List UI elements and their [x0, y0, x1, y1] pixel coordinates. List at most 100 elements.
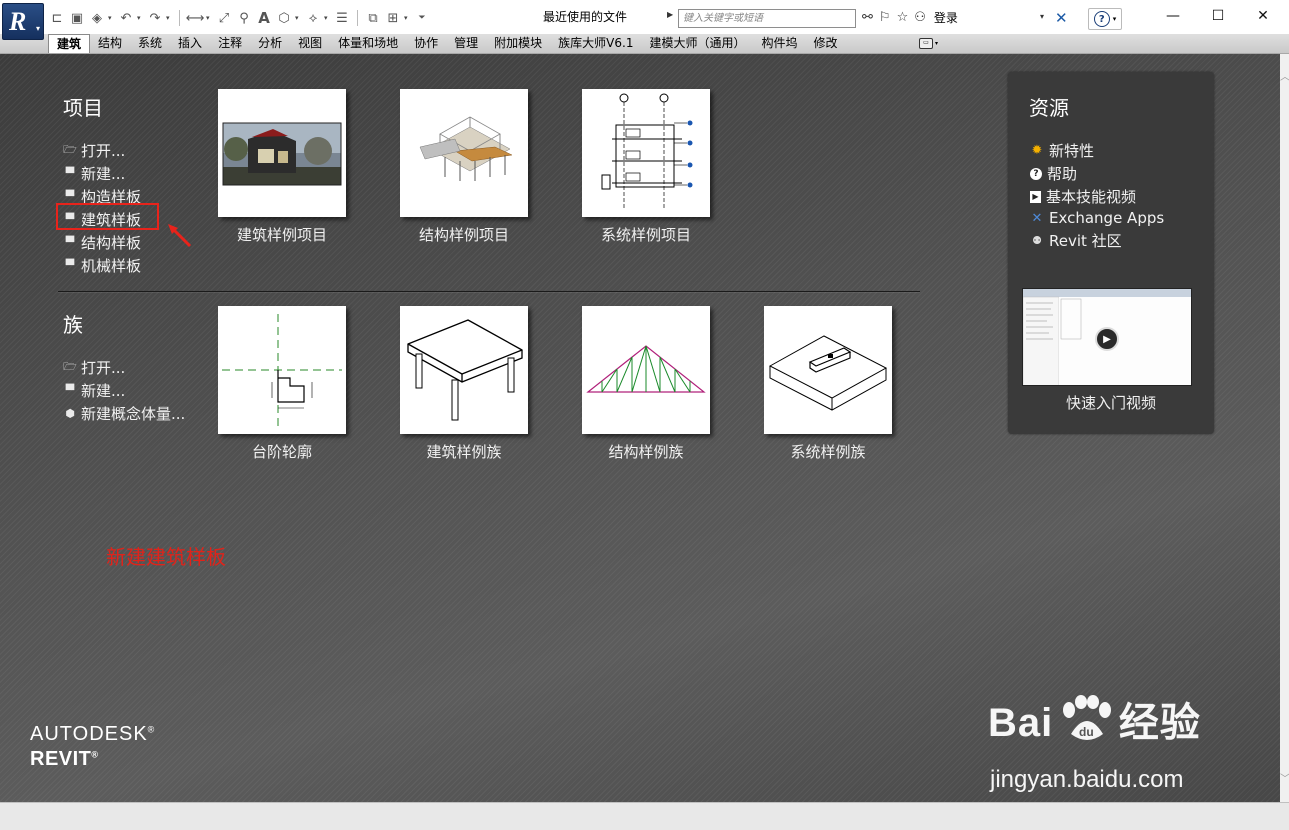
getting-started-video-thumbnail[interactable]: ▶ [1022, 288, 1192, 386]
ribbon-tab[interactable]: 族库大师V6.1 [550, 34, 641, 53]
ribbon-tab[interactable]: 管理 [446, 34, 486, 53]
link-label: Exchange Apps [1049, 209, 1165, 227]
structural-template-link[interactable]: ▀ 结构样板 [63, 232, 141, 253]
link-label: 结构样板 [81, 234, 142, 252]
exchange-icon: ✕ [1031, 210, 1043, 226]
chevron-down-icon[interactable]: ▾ [324, 14, 331, 22]
chevron-down-icon[interactable]: ▾ [166, 14, 173, 22]
save-icon[interactable]: ▣ [68, 9, 86, 27]
redo-icon[interactable]: ↷ [146, 9, 164, 27]
user-icon[interactable]: ⚇ [914, 10, 926, 25]
scroll-up-icon[interactable]: ︿ [1280, 68, 1289, 83]
measure-icon[interactable]: ⟷ [186, 9, 205, 27]
revit-community-link[interactable]: ⚉ Revit 社区 [1030, 230, 1122, 251]
chevron-down-icon[interactable]: ▾ [404, 14, 411, 22]
favorites-star-icon[interactable]: ☆ [897, 10, 909, 25]
essential-skills-video-link[interactable]: ▶ 基本技能视频 [1030, 186, 1136, 207]
ribbon-tab[interactable]: 构件坞 [753, 34, 805, 53]
close-hidden-icon[interactable]: ⧉ [364, 9, 382, 27]
exchange-apps-link[interactable]: ✕ Exchange Apps [1030, 209, 1165, 227]
search-expand-icon[interactable]: ▶ [667, 10, 677, 28]
ribbon-tab[interactable]: 修改 [806, 34, 846, 53]
exchange-apps-icon[interactable]: ✕ [1055, 9, 1068, 27]
text-icon[interactable]: A [255, 9, 273, 27]
new-file-icon: ▀ [65, 167, 75, 180]
stair-profile-icon [222, 314, 342, 426]
ribbon-tab[interactable]: 建筑 [48, 34, 91, 53]
3d-view-icon[interactable]: ⬡ [275, 9, 293, 27]
ribbon-tab[interactable]: 附加模块 [486, 34, 550, 53]
thumbnail-caption: 系统样例项目 [600, 226, 691, 244]
whats-new-link[interactable]: ✹ 新特性 [1030, 140, 1094, 161]
systems-sample-project-thumbnail[interactable] [582, 89, 710, 217]
thumbnail-caption: 结构样例项目 [418, 226, 509, 244]
resources-title: 资源 [1029, 96, 1069, 120]
annotation-arrow-icon [168, 224, 192, 248]
sun-icon: ✹ [1031, 143, 1043, 158]
thin-lines-icon[interactable]: ☰ [333, 9, 351, 27]
chevron-down-icon: ▾ [35, 24, 40, 33]
ribbon-tab[interactable]: 协作 [406, 34, 446, 53]
maximize-button[interactable]: ☐ [1195, 4, 1241, 28]
resources-panel: 资源 ✹ 新特性 ? 帮助 ▶ 基本技能视频 ✕ Exchange Apps ⚉… [1008, 72, 1214, 434]
family-open-link[interactable]: 🗁 打开... [63, 357, 125, 378]
subscription-icon[interactable]: ⚐ [879, 10, 891, 25]
close-button[interactable]: ✕ [1240, 4, 1286, 28]
watermark-url: jingyan.baidu.com [990, 766, 1184, 793]
switch-windows-icon[interactable]: ⊞ [384, 9, 402, 27]
watermark-brand-suffix: 经验 [1118, 701, 1201, 745]
new-conceptual-mass-link[interactable]: ⬢ 新建概念体量... [63, 403, 185, 424]
systems-family-thumbnail[interactable] [764, 306, 892, 434]
revit-logo-icon: R [9, 7, 27, 36]
tag-icon[interactable]: ⚲ [235, 9, 253, 27]
vertical-scrollbar[interactable]: ︿ ﹀ [1280, 54, 1289, 802]
info-center: ⚯ ⚐ ☆ ⚇ 登录 [862, 9, 958, 26]
ribbon-tab[interactable]: 分析 [250, 34, 290, 53]
chevron-down-icon[interactable]: ▾ [295, 14, 302, 22]
help-link[interactable]: ? 帮助 [1030, 163, 1077, 184]
chevron-down-icon: ▾ [935, 40, 939, 47]
project-open-link[interactable]: 🗁 打开... [63, 140, 125, 161]
ribbon-tab[interactable]: 体量和场地 [330, 34, 406, 53]
chevron-down-icon[interactable]: ▾ [1040, 12, 1044, 21]
family-new-link[interactable]: ▀ 新建... [63, 380, 126, 401]
ribbon-tab[interactable]: 结构 [90, 34, 130, 53]
dimension-icon[interactable]: ⤢ [215, 9, 233, 27]
open-icon[interactable]: ⊏ [48, 9, 66, 27]
ribbon-minimize-button[interactable]: ▭ ▾ [919, 37, 941, 50]
play-icon[interactable]: ▶ [1095, 327, 1119, 351]
binoculars-icon[interactable]: ⚯ [862, 10, 873, 25]
annotation-note: 新建建筑样板 [106, 545, 226, 569]
architectural-family-thumbnail[interactable] [400, 306, 528, 434]
stair-profile-thumbnail[interactable] [218, 306, 346, 434]
help-question-icon: ? [1093, 11, 1110, 27]
close-icon: ✕ [1257, 8, 1269, 24]
toolbar-separator [357, 10, 358, 26]
structural-sample-project-thumbnail[interactable] [400, 89, 528, 217]
sync-icon[interactable]: ◈ [88, 9, 106, 27]
architectural-sample-project-thumbnail[interactable] [218, 89, 346, 217]
mechanical-template-link[interactable]: ▀ 机械样板 [63, 255, 141, 276]
mep-section-icon [601, 93, 693, 209]
chevron-down-icon[interactable]: ▾ [108, 14, 115, 22]
search-input[interactable]: 键入关键字或短语 [678, 9, 856, 28]
structural-family-thumbnail[interactable] [582, 306, 710, 434]
thumbnail-caption: 建筑样例族 [426, 443, 502, 461]
ribbon-tab[interactable]: 建模大师（通用） [641, 34, 753, 53]
ribbon-tab[interactable]: 插入 [170, 34, 210, 53]
help-button[interactable]: ? ▾ [1088, 8, 1122, 30]
chevron-down-icon[interactable]: ▾ [206, 14, 213, 22]
login-button[interactable]: 登录 [934, 9, 958, 26]
scroll-down-icon[interactable]: ﹀ [1280, 770, 1289, 785]
application-menu-button[interactable]: R ▾ [2, 3, 44, 40]
ribbon-tab[interactable]: 注释 [210, 34, 250, 53]
section-icon[interactable]: ⟡ [304, 9, 322, 27]
customize-icon[interactable]: ⏷ [413, 9, 431, 27]
minimize-button[interactable]: — [1150, 4, 1196, 28]
undo-icon[interactable]: ↶ [117, 9, 135, 27]
ribbon-tab[interactable]: 视图 [290, 34, 330, 53]
project-new-link[interactable]: ▀ 新建... [63, 163, 126, 184]
chevron-down-icon[interactable]: ▾ [137, 14, 144, 22]
ribbon-tab[interactable]: 系统 [130, 34, 170, 53]
rendered-house-icon [222, 122, 342, 186]
